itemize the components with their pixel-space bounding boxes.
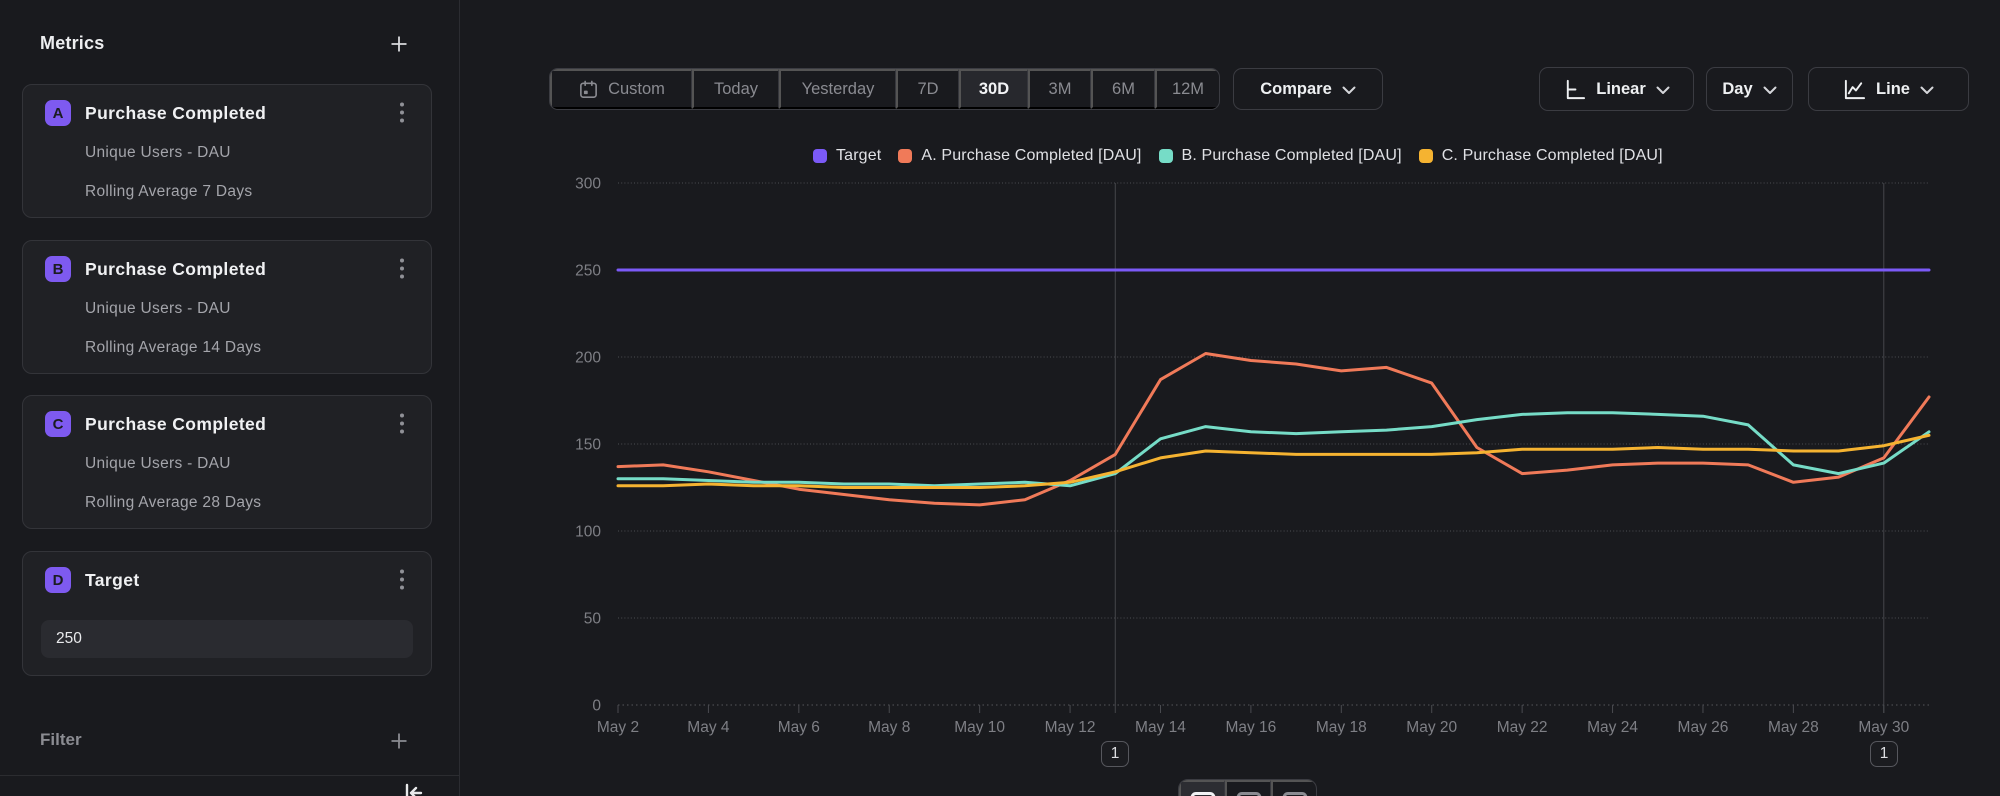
y-axis-label: 100: [575, 524, 601, 541]
table-view-icon: [1236, 792, 1262, 796]
y-axis-label: 200: [575, 350, 601, 367]
x-axis-label: May 28: [1768, 719, 1819, 736]
analytics-dashboard: Metrics A Purchase Completed Unique User…: [0, 0, 2000, 796]
y-axis-label: 0: [592, 698, 601, 715]
series-line-C. Purchase Completed [DAU][interactable]: [618, 435, 1929, 487]
x-axis-label: May 4: [687, 719, 730, 736]
details-view-icon: [1282, 792, 1308, 796]
view-table-button[interactable]: [1225, 780, 1271, 796]
annotation-badge[interactable]: 1: [1101, 741, 1129, 767]
annotation-badge[interactable]: 1: [1870, 741, 1898, 767]
x-axis-label: May 30: [1858, 719, 1909, 736]
y-axis-label: 50: [584, 611, 602, 628]
y-axis-label: 300: [575, 176, 601, 193]
y-axis-label: 250: [575, 263, 601, 280]
x-axis-label: May 10: [954, 719, 1005, 736]
x-axis-label: May 20: [1406, 719, 1457, 736]
x-axis-label: May 6: [778, 719, 820, 736]
view-chart-button[interactable]: [1179, 780, 1225, 796]
x-axis-label: May 24: [1587, 719, 1638, 736]
x-axis-label: May 18: [1316, 719, 1367, 736]
x-axis-label: May 12: [1045, 719, 1096, 736]
y-axis-label: 150: [575, 437, 601, 454]
x-axis-label: May 26: [1678, 719, 1729, 736]
chart-view-icon: [1190, 792, 1216, 796]
view-switcher: [1178, 779, 1317, 796]
view-details-button[interactable]: [1271, 780, 1316, 796]
x-axis-label: May 8: [868, 719, 910, 736]
x-axis-label: May 22: [1497, 719, 1548, 736]
x-axis-label: May 14: [1135, 719, 1186, 736]
x-axis-label: May 16: [1225, 719, 1276, 736]
x-axis-label: May 2: [597, 719, 639, 736]
line-chart: 0 50 100 150 200 250 300 May 2 May 4 May 6 May 8 Ma…: [0, 0, 2000, 796]
